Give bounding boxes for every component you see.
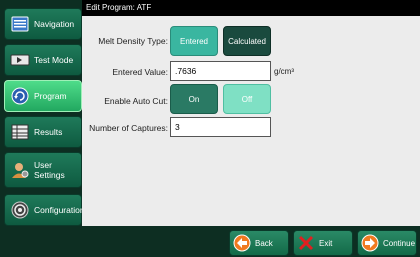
sidebar-item-results[interactable]: Results (4, 116, 82, 148)
sidebar-item-configuration[interactable]: Configuration (4, 194, 85, 226)
entered-value-input[interactable]: .7636 (170, 61, 271, 81)
auto-cut-label: Enable Auto Cut: (104, 96, 168, 106)
melt-density-calculated-button[interactable]: Calculated (223, 26, 271, 56)
auto-cut-off-button[interactable]: Off (223, 84, 271, 114)
entered-value-label: Entered Value: (112, 67, 168, 77)
configuration-icon (10, 200, 30, 220)
sidebar-item-navigation[interactable]: Navigation (4, 8, 82, 40)
test-mode-icon (10, 50, 30, 70)
sidebar-item-label: Results (34, 127, 63, 137)
screen: Navigation Test Mode Program Results Use… (0, 0, 420, 257)
sidebar-item-label: Navigation (34, 19, 75, 29)
results-icon (10, 122, 30, 142)
entered-value-unit: g/cm³ (274, 67, 294, 76)
program-edit-form: Melt Density Type: Entered Calculated En… (82, 16, 420, 226)
auto-cut-on-button[interactable]: On (170, 84, 218, 114)
sidebar-item-user-settings[interactable]: User Settings (4, 152, 82, 188)
continue-button[interactable]: Continue (357, 230, 417, 256)
sidebar-item-test-mode[interactable]: Test Mode (4, 44, 82, 76)
continue-label: Continue (383, 238, 416, 248)
sidebar-item-label: Configuration (34, 205, 85, 215)
sidebar-item-label: User Settings (34, 160, 65, 180)
number-of-captures-label: Number of Captures: (89, 123, 168, 133)
page-title: Edit Program: ATF (82, 0, 420, 16)
back-button[interactable]: Back (229, 230, 289, 256)
melt-density-entered-button[interactable]: Entered (170, 26, 218, 56)
back-label: Back (255, 238, 273, 248)
melt-density-type-label: Melt Density Type: (98, 36, 168, 46)
sidebar-item-label: Program (34, 91, 67, 101)
number-of-captures-input[interactable]: 3 (170, 117, 271, 137)
navigation-list-icon (10, 14, 30, 34)
sidebar-item-program[interactable]: Program (4, 80, 82, 112)
sidebar-item-label: Test Mode (34, 55, 74, 65)
sidebar: Navigation Test Mode Program Results Use… (0, 0, 85, 257)
program-icon (10, 86, 30, 106)
exit-label: Exit (319, 238, 333, 248)
user-settings-icon (10, 160, 30, 180)
close-icon (298, 235, 314, 251)
forward-arrow-icon (361, 234, 379, 252)
back-arrow-icon (233, 234, 251, 252)
exit-button[interactable]: Exit (293, 230, 353, 256)
